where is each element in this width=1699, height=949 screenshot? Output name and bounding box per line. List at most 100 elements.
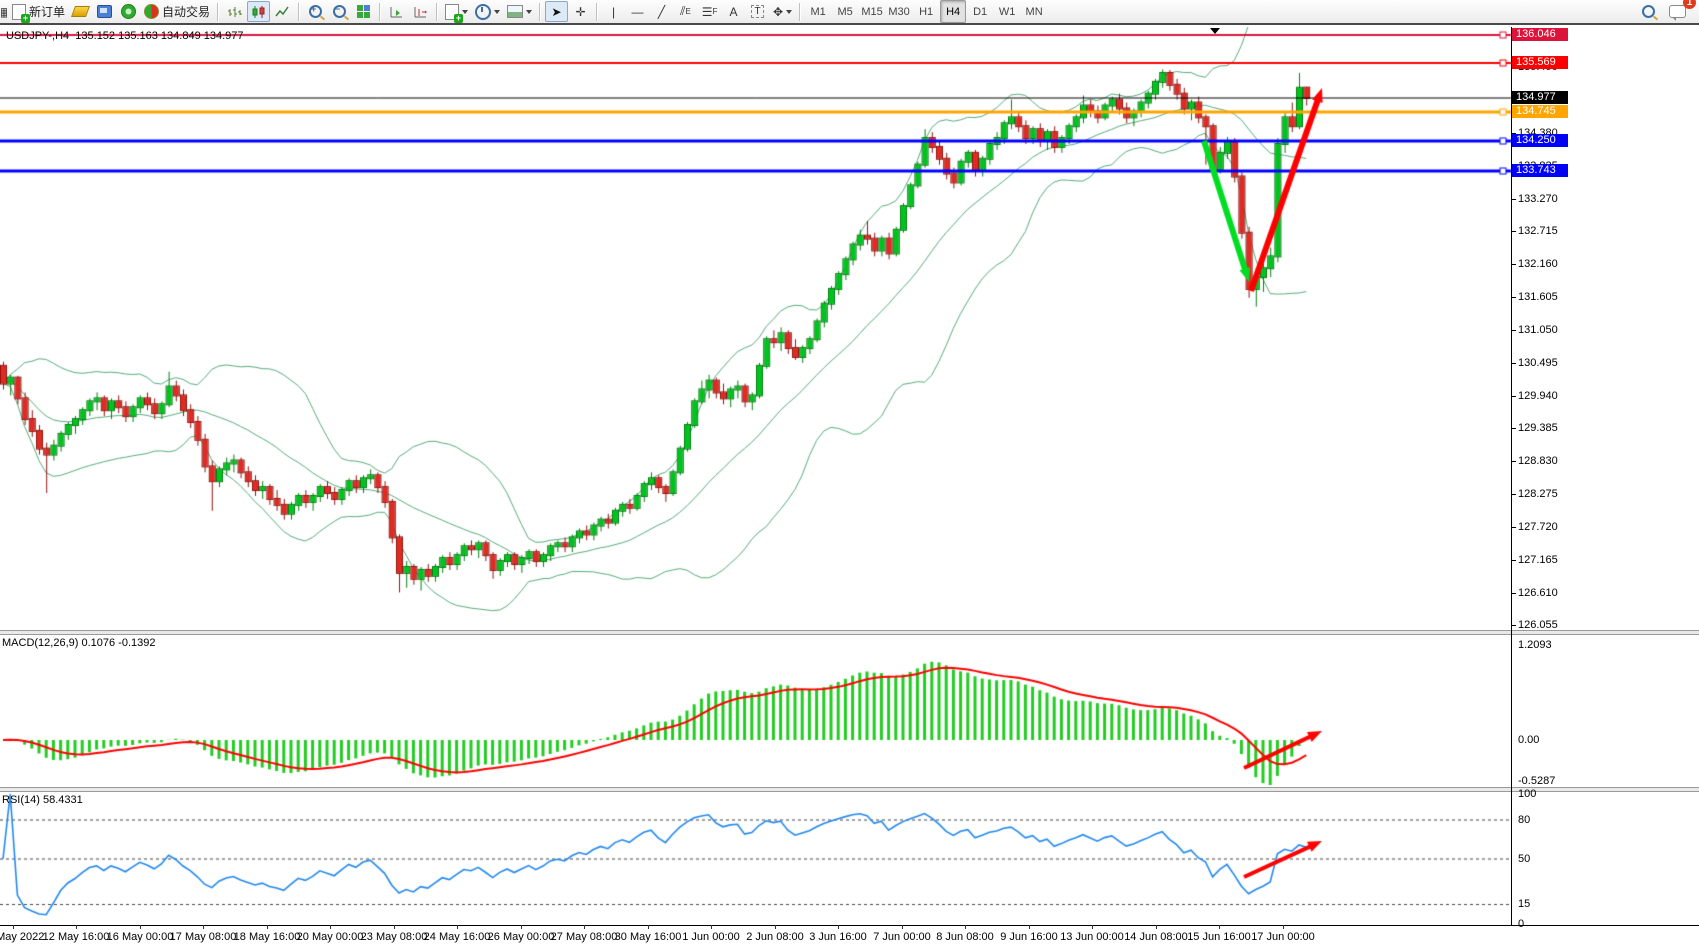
search-button[interactable] — [1637, 1, 1660, 22]
tab-timeframe-m5[interactable]: M5 — [832, 0, 858, 23]
auto-trading-icon — [144, 4, 159, 19]
trendline-button[interactable]: ╱ — [650, 1, 673, 22]
new-order-icon: + — [12, 4, 26, 20]
time-label: 13 Jun 00:00 — [1060, 931, 1124, 943]
time-label: 15 Jun 16:00 — [1187, 931, 1251, 943]
price-tick-label: 133.270 — [1518, 193, 1558, 205]
price-tick-dash — [1511, 461, 1516, 462]
price-tick-dash — [1511, 625, 1516, 626]
signal-icon — [121, 4, 136, 19]
list-icon: ▦ — [0, 5, 8, 19]
pane-splitter-macd[interactable] — [0, 630, 1699, 635]
time-label: 8 Jun 08:00 — [936, 931, 994, 943]
chevron-down-icon — [462, 10, 468, 14]
terminal-icon — [97, 5, 112, 18]
chart-shift-marker[interactable] — [1210, 28, 1220, 34]
time-label: 17 May 08:00 — [170, 931, 237, 943]
tab-timeframe-m15[interactable]: M15 — [859, 0, 885, 23]
text-icon: A — [730, 5, 738, 19]
crosshair-button[interactable]: ✛ — [569, 1, 592, 22]
price-tag: 134.250 — [1512, 134, 1568, 147]
new-chart-button[interactable]: + — [442, 1, 471, 22]
time-tick — [965, 925, 966, 929]
price-tick-dash — [1511, 494, 1516, 495]
tab-timeframe-m30[interactable]: M30 — [886, 0, 912, 23]
price-tick-dash — [1511, 560, 1516, 561]
zoom-in-button[interactable]: + — [304, 1, 327, 22]
rsi-label: RSI(14) 58.4331 — [2, 794, 83, 806]
separator — [298, 3, 300, 21]
zoom-out-button[interactable]: − — [328, 1, 351, 22]
text-label-button[interactable]: T — [746, 1, 769, 22]
tab-timeframe-m1[interactable]: M1 — [805, 0, 831, 23]
price-tag: 134.977 — [1512, 91, 1568, 104]
time-tick — [521, 925, 522, 929]
zoom-in-icon: + — [309, 5, 322, 18]
time-tick — [1283, 925, 1284, 929]
bar-chart-button[interactable] — [223, 1, 246, 22]
tab-timeframe-mn[interactable]: MN — [1021, 0, 1047, 23]
auto-scroll-button[interactable] — [385, 1, 408, 22]
periods-button[interactable] — [472, 1, 503, 22]
price-tick-label: 127.165 — [1518, 554, 1558, 566]
cursor-icon: ➤ — [552, 5, 562, 19]
time-tick — [838, 925, 839, 929]
label-icon: T — [751, 5, 763, 18]
price-tick-label: 128.275 — [1518, 488, 1558, 500]
clipped-icon[interactable]: ▦ — [0, 1, 8, 22]
separator — [596, 3, 598, 21]
time-tick — [394, 925, 395, 929]
time-tick — [648, 925, 649, 929]
time-tick — [140, 925, 141, 929]
templates-button[interactable] — [504, 1, 535, 22]
price-tag: 135.569 — [1512, 56, 1568, 69]
separator — [379, 3, 381, 21]
tile-windows-button[interactable] — [352, 1, 375, 22]
fibonacci-button[interactable]: ☰F — [698, 1, 721, 22]
time-label: 30 May 16:00 — [615, 931, 682, 943]
vline-icon: | — [612, 5, 615, 19]
auto-trading-button[interactable]: 自动交易 — [141, 1, 213, 22]
time-tick — [584, 925, 585, 929]
time-tick — [457, 925, 458, 929]
time-label: 2 Jun 08:00 — [746, 931, 804, 943]
tab-timeframe-d1[interactable]: D1 — [967, 0, 993, 23]
price-tick-label: 129.940 — [1518, 390, 1558, 402]
line-chart-button[interactable] — [271, 1, 294, 22]
pane-splitter-rsi[interactable] — [0, 787, 1699, 792]
tab-timeframe-h4[interactable]: H4 — [940, 0, 966, 23]
marker-button[interactable] — [69, 1, 92, 22]
auto-scroll-icon — [389, 5, 404, 19]
tab-timeframe-h1[interactable]: H1 — [913, 0, 939, 23]
candlestick-chart-button[interactable] — [247, 1, 270, 22]
price-tick-label: 132.160 — [1518, 258, 1558, 270]
chart-shift-button[interactable] — [409, 1, 432, 22]
time-label: 26 May 00:00 — [488, 931, 555, 943]
channel-button[interactable]: ⫽E — [674, 1, 697, 22]
price-tick-dash — [1511, 264, 1516, 265]
vline-button[interactable]: | — [602, 1, 625, 22]
price-tick-dash — [1511, 199, 1516, 200]
new-order-label: 新订单 — [29, 3, 65, 20]
cursor-button[interactable]: ➤ — [545, 1, 568, 22]
notifications-button[interactable]: 1 — [1666, 1, 1689, 22]
chevron-down-icon — [494, 10, 500, 14]
time-label: 16 May 00:00 — [107, 931, 174, 943]
time-label: 12 May 16:00 — [43, 931, 110, 943]
time-tick — [330, 925, 331, 929]
time-tick — [1029, 925, 1030, 929]
hline-button[interactable]: — — [626, 1, 649, 22]
arrows-button[interactable]: ✥ — [770, 1, 795, 22]
terminal-button[interactable] — [93, 1, 116, 22]
tab-timeframe-w1[interactable]: W1 — [994, 0, 1020, 23]
bar-chart-icon — [227, 5, 242, 19]
text-button[interactable]: A — [722, 1, 745, 22]
separator — [217, 3, 219, 21]
price-tick-label: 126.610 — [1518, 587, 1558, 599]
macd-label: MACD(12,26,9) 0.1076 -0.1392 — [2, 637, 155, 649]
signal-button[interactable] — [117, 1, 140, 22]
notification-badge: 1 — [1683, 0, 1696, 9]
chart-shift-icon — [413, 5, 428, 19]
price-tick-dash — [1511, 297, 1516, 298]
new-order-button[interactable]: + 新订单 — [9, 1, 68, 22]
